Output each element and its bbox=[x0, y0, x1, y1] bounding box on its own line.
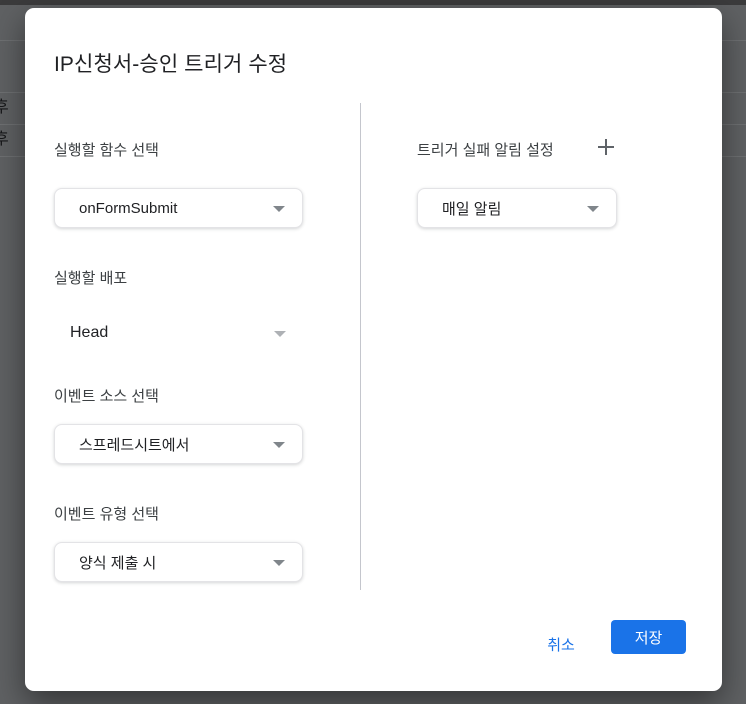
event-source-select-value: 스프레드시트에서 bbox=[79, 425, 189, 463]
deployment-select[interactable]: Head bbox=[54, 313, 303, 353]
event-source-select[interactable]: 스프레드시트에서 bbox=[54, 424, 303, 464]
event-type-select[interactable]: 양식 제출 시 bbox=[54, 542, 303, 582]
event-type-select-label: 이벤트 유형 선택 bbox=[54, 503, 159, 524]
add-notification-plus-icon[interactable] bbox=[597, 138, 615, 156]
edit-trigger-dialog: IP신청서-승인 트리거 수정 실행할 함수 선택 onFormSubmit 실… bbox=[25, 8, 722, 691]
background-header-bar bbox=[0, 0, 746, 5]
function-select[interactable]: onFormSubmit bbox=[54, 188, 303, 228]
failure-notification-select[interactable]: 매일 알림 bbox=[417, 188, 617, 228]
event-source-select-label: 이벤트 소스 선택 bbox=[54, 385, 159, 406]
failure-notification-select-value: 매일 알림 bbox=[442, 189, 501, 227]
function-select-label: 실행할 함수 선택 bbox=[54, 139, 159, 160]
dialog-title: IP신청서-승인 트리거 수정 bbox=[54, 48, 287, 78]
event-type-select-value: 양식 제출 시 bbox=[79, 543, 156, 581]
deployment-select-value: Head bbox=[70, 313, 108, 353]
screen: 후 후 IP신청서-승인 트리거 수정 실행할 함수 선택 onFormSubm… bbox=[0, 0, 746, 704]
background-clipped-text: 후 bbox=[0, 99, 12, 117]
column-divider bbox=[360, 103, 361, 590]
failure-notification-label: 트리거 실패 알림 설정 bbox=[417, 139, 554, 160]
chevron-down-icon bbox=[587, 206, 599, 212]
function-select-value: onFormSubmit bbox=[79, 189, 177, 227]
cancel-button[interactable]: 취소 bbox=[525, 626, 597, 662]
save-button[interactable]: 저장 bbox=[611, 620, 686, 654]
chevron-down-icon bbox=[273, 442, 285, 448]
deployment-select-label: 실행할 배포 bbox=[54, 267, 127, 288]
chevron-down-icon bbox=[274, 331, 286, 337]
chevron-down-icon bbox=[273, 206, 285, 212]
background-clipped-text: 후 bbox=[0, 131, 12, 149]
chevron-down-icon bbox=[273, 560, 285, 566]
